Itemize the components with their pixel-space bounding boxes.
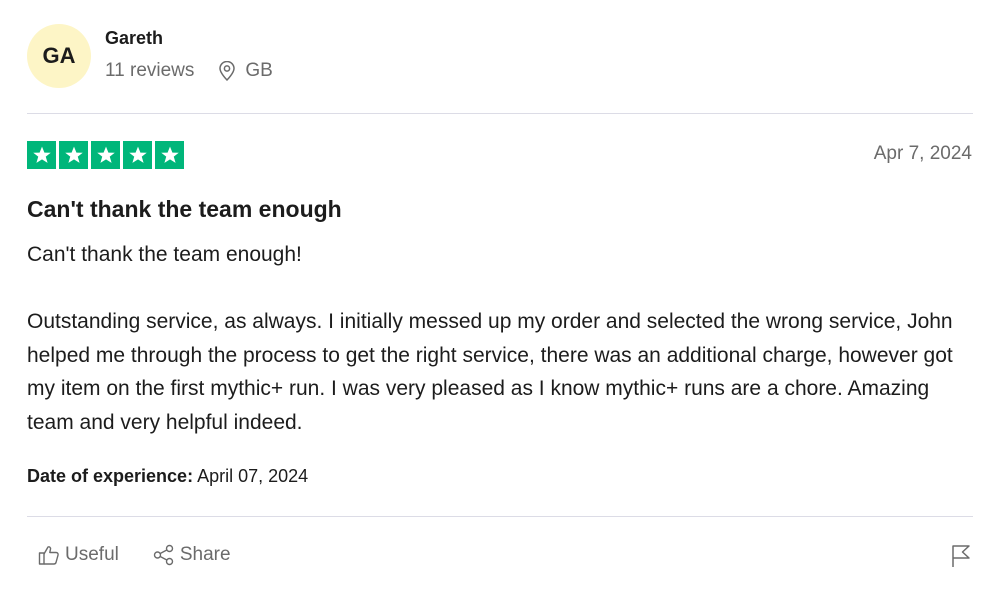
star-2	[59, 141, 88, 169]
flag-icon	[952, 545, 970, 567]
experience-date: April 07, 2024	[197, 466, 309, 486]
footer-divider	[27, 516, 973, 517]
useful-label: Useful	[65, 544, 119, 565]
star-4	[123, 141, 152, 169]
header-divider	[27, 113, 973, 114]
location-pin-icon	[219, 61, 236, 81]
review-date: Apr 7, 2024	[873, 143, 972, 164]
star-icon	[160, 146, 179, 163]
star-1	[27, 141, 56, 169]
star-icon	[128, 146, 147, 163]
useful-button[interactable]: Useful	[38, 544, 119, 566]
thumbs-up-icon	[38, 546, 59, 565]
location-code: GB	[245, 60, 273, 81]
report-button[interactable]	[950, 544, 972, 573]
star-3	[91, 141, 120, 169]
experience-label: Date of experience:	[27, 466, 194, 486]
reviews-count: 11 reviews	[105, 60, 195, 81]
reviewer-meta: 11 reviews GB	[105, 60, 273, 82]
reviewer-location: GB	[218, 60, 273, 82]
share-icon	[153, 544, 174, 566]
share-button[interactable]: Share	[153, 544, 231, 566]
review-title[interactable]: Can't thank the team enough	[27, 196, 342, 223]
star-rating	[27, 141, 184, 169]
avatar[interactable]: GA	[27, 24, 91, 88]
star-5	[155, 141, 184, 169]
review-actions: Useful Share	[38, 544, 231, 566]
share-label: Share	[179, 544, 231, 565]
star-icon	[96, 146, 115, 163]
star-icon	[32, 146, 51, 163]
reviewer-name[interactable]: Gareth	[105, 28, 163, 49]
review-body: Can't thank the team enough! Outstanding…	[27, 243, 953, 434]
date-of-experience: Date of experience: April 07, 2024	[27, 466, 308, 487]
star-icon	[64, 146, 83, 163]
